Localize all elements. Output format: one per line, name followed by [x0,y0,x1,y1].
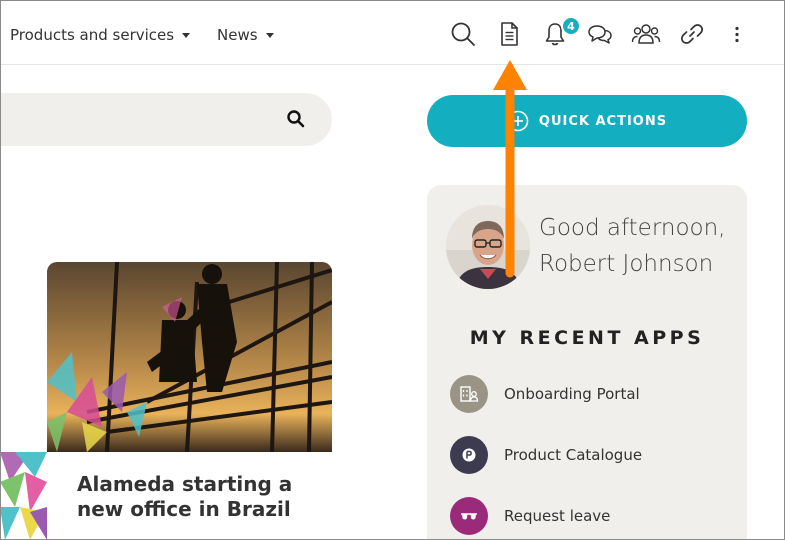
app-item-product-catalogue[interactable]: Product Catalogue [450,436,642,474]
p-circle-icon [450,436,488,474]
greeting-line-2: Robert Johnson [539,251,714,277]
building-person-icon [450,375,488,413]
link-icon[interactable] [678,20,706,48]
news-card-image[interactable] [47,262,332,452]
chat-icon[interactable] [586,20,614,48]
notification-badge: 4 [561,16,581,36]
app-item-request-leave[interactable]: Request leave [450,497,610,535]
top-navigation-bar: Products and services News 4 [0,0,785,65]
nav-products-label: Products and services [10,26,175,44]
app-label: Product Catalogue [504,446,643,464]
recent-apps-heading: MY RECENT APPS [469,327,705,349]
search-icon[interactable] [449,20,477,48]
decorative-pattern [0,452,47,540]
nav-news-label: News [217,26,258,44]
search-submit-icon[interactable] [286,109,306,129]
chevron-down-icon [265,33,274,38]
app-label: Request leave [504,507,611,525]
chevron-down-icon [182,33,191,38]
news-title[interactable]: Alameda starting a new office in Brazil [77,472,317,522]
search-input[interactable] [0,93,332,146]
quick-actions-button[interactable]: QUICK ACTIONS [427,95,747,147]
document-icon[interactable] [495,20,523,48]
sunglasses-icon [450,497,488,535]
greeting-line-1: Good afternoon, [539,215,726,241]
annotation-arrow [493,60,527,278]
more-icon[interactable] [723,20,751,48]
people-icon[interactable] [631,20,661,48]
app-item-onboarding-portal[interactable]: Onboarding Portal [450,375,640,413]
quick-actions-label: QUICK ACTIONS [538,113,668,129]
nav-products-and-services[interactable]: Products and services [10,26,191,44]
greeting: Good afternoon, Robert Johnson [539,210,739,282]
app-label: Onboarding Portal [504,385,640,403]
nav-news[interactable]: News [217,26,274,44]
